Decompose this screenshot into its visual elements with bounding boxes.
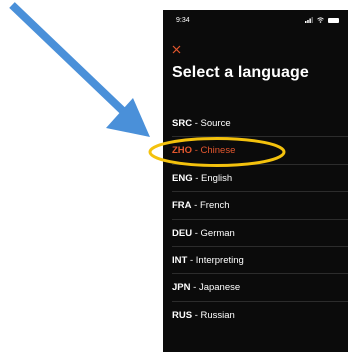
language-name: German	[200, 227, 235, 239]
language-name: Russian	[200, 309, 235, 321]
page-title: Select a language	[172, 64, 309, 81]
close-icon[interactable]	[172, 45, 181, 54]
phone-screen: 9:34 Select a language SRC - Source ZHO …	[163, 10, 348, 352]
language-separator: -	[187, 254, 196, 266]
language-item-int[interactable]: INT - Interpreting	[163, 247, 348, 275]
language-code: JPN	[172, 282, 191, 294]
wifi-icon	[317, 17, 324, 23]
language-item-deu[interactable]: DEU - German	[163, 220, 348, 248]
language-separator: -	[190, 282, 199, 294]
status-bar: 9:34	[163, 10, 348, 32]
highlight-ring	[148, 137, 286, 167]
status-time: 9:34	[176, 17, 190, 24]
screenshot-stage: 9:34 Select a language SRC - Source ZHO …	[0, 0, 356, 352]
language-separator: -	[192, 118, 201, 129]
language-code: RUS	[172, 309, 193, 321]
language-code: DEU	[172, 227, 193, 239]
language-name: Interpreting	[195, 254, 244, 266]
language-item-jpn[interactable]: JPN - Japanese	[163, 274, 348, 303]
language-separator: -	[192, 172, 202, 184]
language-separator: -	[191, 200, 200, 212]
language-code: FRA	[172, 200, 192, 212]
close-x-glyph	[172, 45, 181, 54]
battery-icon	[328, 17, 339, 23]
signal-icon	[305, 17, 313, 23]
language-item-rus[interactable]: RUS - Russian	[163, 302, 348, 329]
language-item-fra[interactable]: FRA - French	[163, 192, 348, 220]
language-code: SRC	[172, 118, 193, 129]
language-code: ENG	[172, 172, 193, 184]
language-name: English	[201, 172, 233, 184]
language-item-src[interactable]: SRC - Source	[163, 110, 348, 138]
language-name: Source	[200, 118, 231, 129]
language-item-eng[interactable]: ENG - English	[163, 165, 348, 193]
status-icons	[305, 17, 339, 23]
callout-arrow-icon	[9, 2, 150, 137]
language-separator: -	[192, 309, 201, 321]
language-name: French	[199, 200, 230, 212]
language-code: INT	[172, 254, 188, 266]
language-separator: -	[192, 227, 201, 239]
language-name: Japanese	[198, 282, 241, 294]
